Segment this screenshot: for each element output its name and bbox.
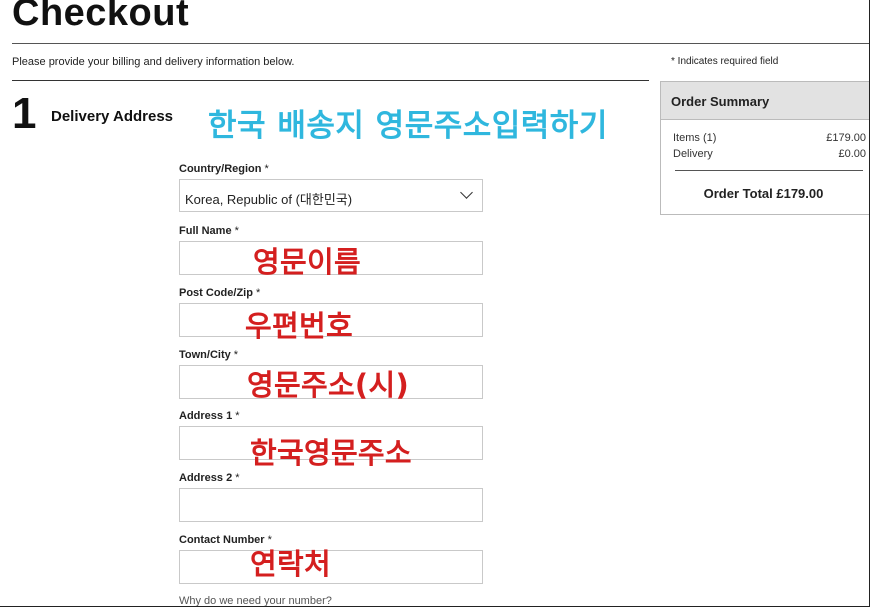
post-code-label-text: Post Code/Zip: [179, 287, 253, 299]
address1-label-text: Address 1: [179, 410, 233, 422]
chevron-down-icon: [460, 186, 473, 199]
required-marker: *: [230, 349, 239, 361]
section-divider: [12, 80, 649, 81]
annotation-post-code: 우편번호: [245, 309, 353, 343]
order-summary-title: Order Summary: [671, 94, 770, 109]
why-number-link[interactable]: Why do we need your number?: [179, 595, 332, 606]
order-summary-header: Order Summary: [661, 82, 869, 120]
address2-label: Address 2 *: [179, 472, 240, 484]
summary-delivery-row: Delivery £0.00: [673, 148, 866, 160]
address2-label-text: Address 2: [179, 472, 233, 484]
checkout-page: Checkout Please provide your billing and…: [0, 0, 870, 607]
step-title: Delivery Address: [51, 108, 174, 125]
address1-label: Address 1 *: [179, 410, 240, 422]
town-city-label-text: Town/City: [179, 349, 231, 361]
summary-delivery-label: Delivery: [673, 148, 713, 160]
page-subtitle: Please provide your billing and delivery…: [12, 56, 295, 68]
country-label: Country/Region *: [179, 163, 269, 175]
summary-delivery-value: £0.00: [838, 148, 866, 160]
required-marker: *: [231, 225, 239, 237]
required-marker: *: [232, 472, 240, 484]
order-total: Order Total £179.00: [703, 186, 824, 201]
country-select[interactable]: Korea, Republic of (대한민국): [179, 179, 483, 212]
summary-divider: [675, 170, 863, 171]
country-label-text: Country/Region: [179, 163, 262, 175]
full-name-label-text: Full Name: [179, 225, 232, 237]
annotation-address1: 한국영문주소: [250, 436, 412, 470]
annotation-full-name: 영문이름: [253, 245, 361, 279]
page-title: Checkout: [12, 0, 190, 34]
annotation-heading: 한국 배송지 영문주소입력하기: [208, 108, 608, 144]
step-number: 1: [12, 89, 37, 138]
town-city-label: Town/City *: [179, 349, 238, 361]
required-marker: *: [232, 410, 240, 422]
required-marker: *: [252, 287, 261, 299]
order-summary-panel: Order Summary Items (1) £179.00 Delivery…: [660, 81, 869, 215]
summary-items-row: Items (1) £179.00: [673, 132, 866, 144]
full-name-label: Full Name *: [179, 225, 239, 237]
annotation-town-city: 영문주소(시): [247, 368, 410, 402]
post-code-label: Post Code/Zip *: [179, 287, 260, 299]
title-divider: [12, 43, 869, 44]
summary-items-value: £179.00: [826, 132, 866, 144]
summary-items-label: Items (1): [673, 132, 717, 144]
annotation-contact: 연락처: [250, 547, 331, 581]
required-marker: *: [261, 163, 269, 175]
country-select-value: Korea, Republic of (대한민국): [185, 192, 353, 207]
address2-input[interactable]: [179, 488, 483, 522]
contact-number-input[interactable]: [179, 550, 483, 584]
required-field-note: * Indicates required field: [671, 56, 779, 67]
